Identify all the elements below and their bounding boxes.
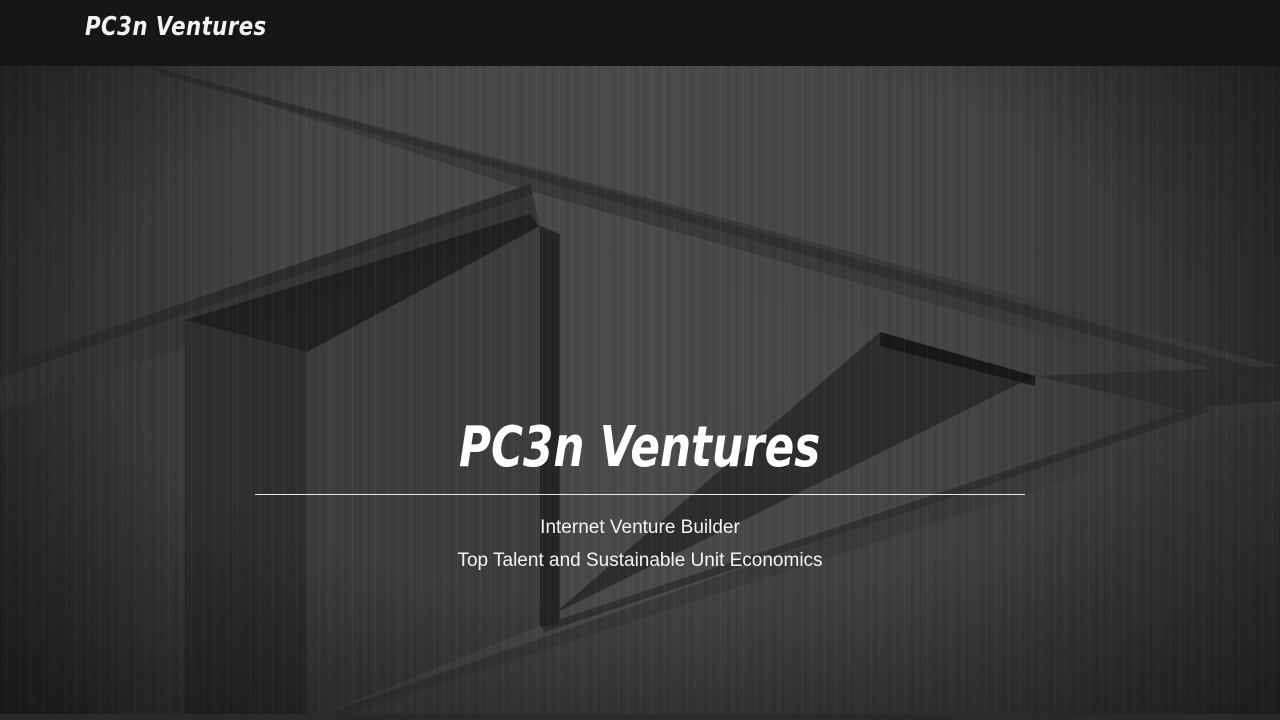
hero-title-text: PC3n Ventures [459,415,821,480]
hero-title: PC3n Ventures [0,413,1280,483]
hero-section: PC3n Ventures Internet Venture Builder T… [0,66,1280,720]
hero-divider [255,494,1025,495]
hero-tagline: Internet Venture Builder [540,517,740,538]
bottom-edge-strip [0,714,1280,720]
hero-content: PC3n Ventures Internet Venture Builder T… [0,66,1280,720]
hero-subtagline: Top Talent and Sustainable Unit Economic… [457,550,823,571]
site-logo-link[interactable]: PC3n Ventures [85,12,267,42]
top-navigation-bar: PC3n Ventures [0,0,1280,66]
